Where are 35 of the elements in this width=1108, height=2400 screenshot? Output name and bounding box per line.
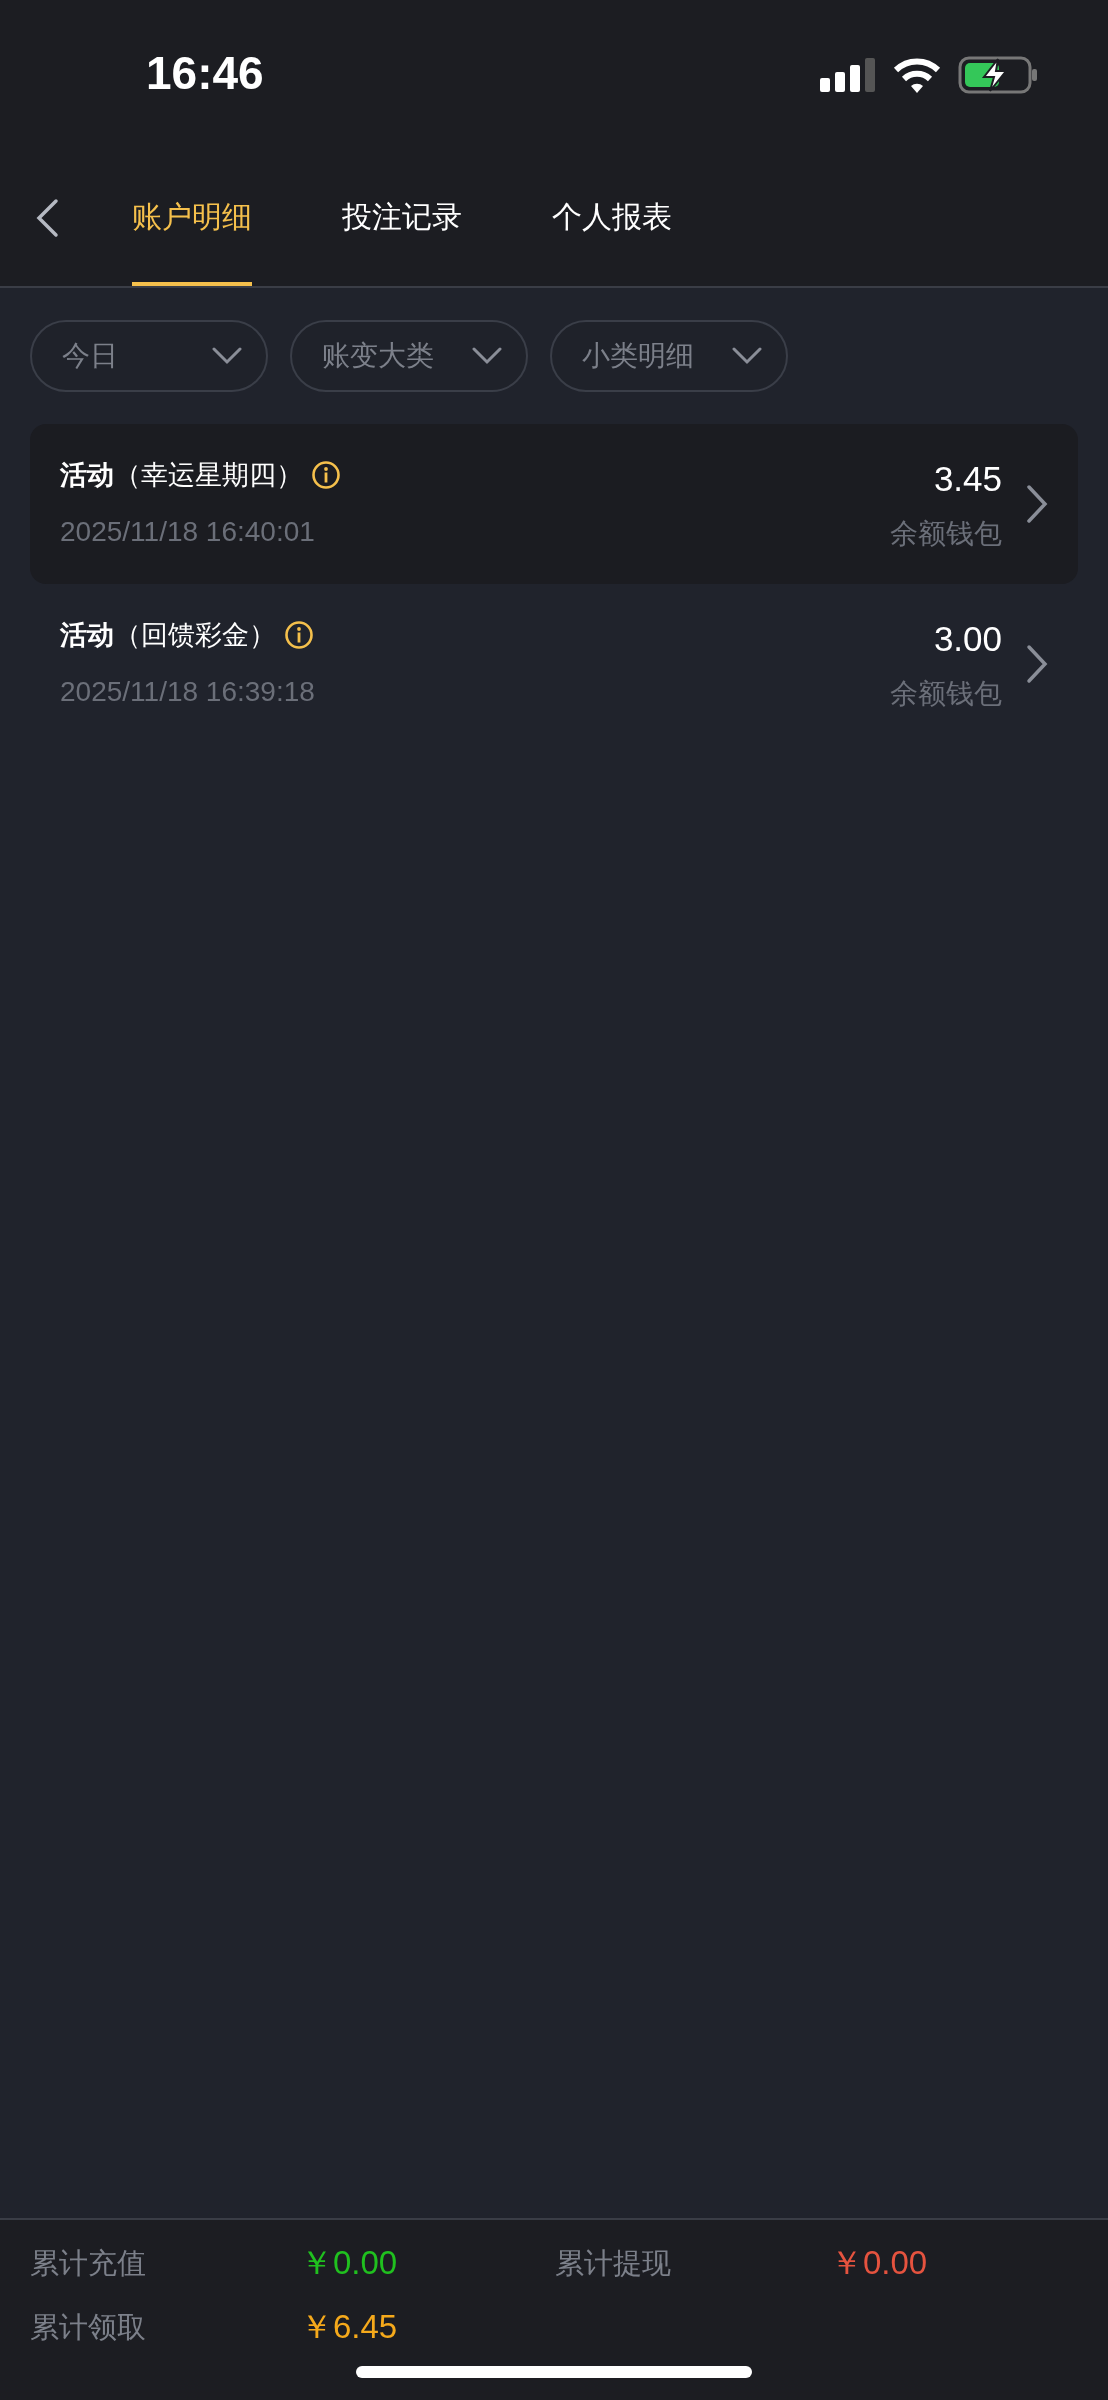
chevron-right-icon (1026, 644, 1048, 684)
record-title: 活动 (60, 617, 114, 652)
summary-label: 累计充值 (30, 2245, 147, 2282)
summary-value: ￥6.45 (300, 2307, 399, 2347)
filter-dropdown[interactable]: 账变大类 (290, 320, 528, 392)
wallet-label: 余额钱包 (890, 676, 1002, 713)
summary-value: ￥0.00 (300, 2243, 399, 2283)
record-subtitle: （回馈彩金） (114, 617, 276, 652)
chevron-down-icon (732, 347, 762, 365)
tab[interactable]: 投注记录 (342, 150, 462, 286)
record-row[interactable]: 活动（回馈彩金） 2025/11/18 16:39:18 3.00 余额钱包 (30, 584, 1078, 744)
back-icon (34, 198, 60, 238)
summary-label: 累计提现 (555, 2245, 672, 2282)
chevron-down-icon (472, 347, 502, 365)
signal-icon (820, 58, 876, 92)
record-time: 2025/11/18 16:39:18 (60, 675, 316, 710)
record-amount: 3.45 (933, 457, 1002, 500)
record-time: 2025/11/18 16:40:01 (60, 515, 316, 550)
info-icon[interactable] (311, 460, 341, 490)
chevron-right-icon (1026, 484, 1048, 524)
wifi-icon (892, 57, 942, 93)
filter-dropdown[interactable]: 今日 (30, 320, 268, 392)
record-row[interactable]: 活动（幸运星期四） 2025/11/18 16:40:01 3.45 余额钱包 (30, 424, 1078, 584)
status-time: 16:46 (146, 50, 264, 96)
summary-label: 累计领取 (30, 2309, 147, 2346)
info-icon[interactable] (284, 620, 314, 650)
chevron-down-icon (212, 347, 242, 365)
record-subtitle: （幸运星期四） (114, 457, 303, 492)
tab[interactable]: 账户明细 (132, 150, 252, 286)
wallet-label: 余额钱包 (890, 516, 1002, 553)
tab[interactable]: 个人报表 (552, 150, 672, 286)
summary-value: ￥0.00 (830, 2243, 929, 2283)
record-title: 活动 (60, 457, 114, 492)
record-amount: 3.00 (933, 617, 1002, 660)
filter-dropdown[interactable]: 小类明细 (550, 320, 788, 392)
